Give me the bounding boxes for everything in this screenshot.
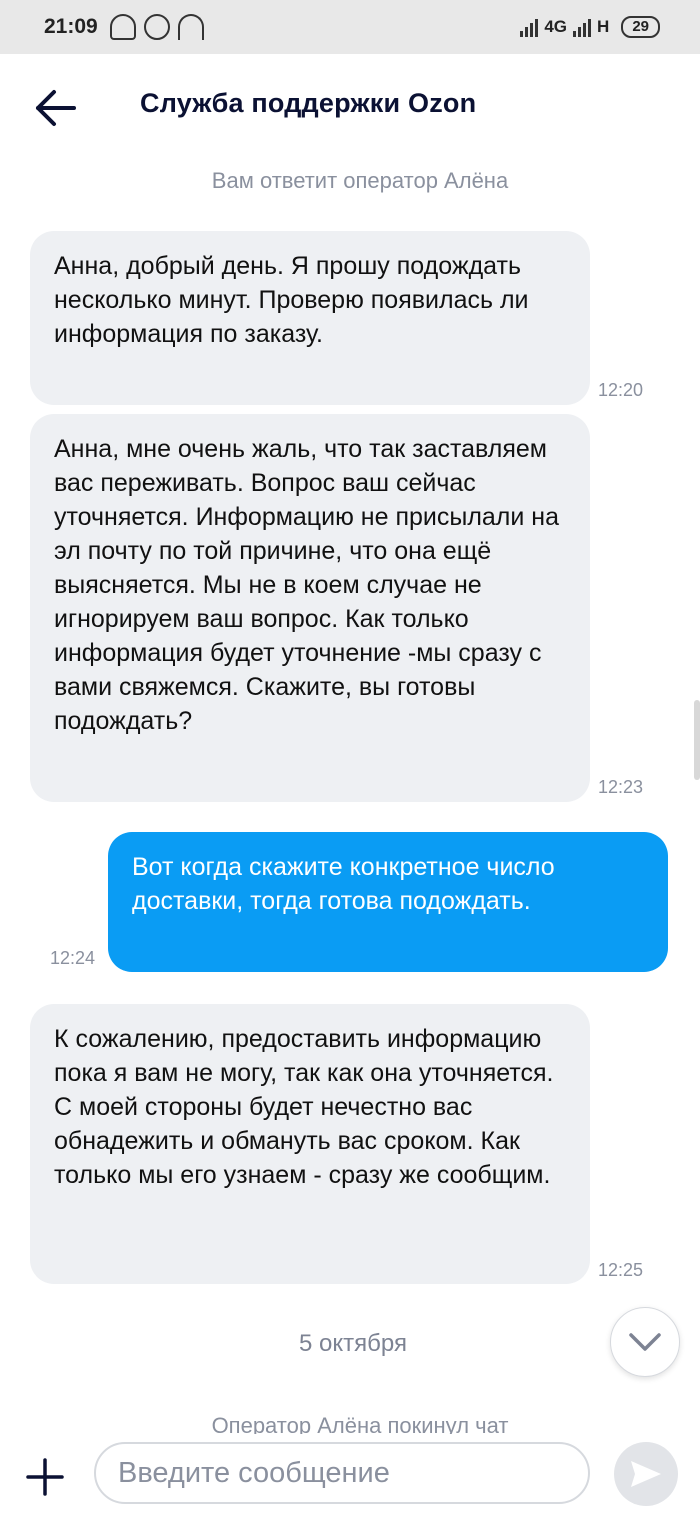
send-button[interactable] xyxy=(614,1442,678,1506)
message-time: 12:20 xyxy=(598,380,644,400)
message-text: Анна, мне очень жаль, что так заставляем… xyxy=(54,435,560,735)
message-bubble-incoming[interactable]: К сожалению, предоставить информацию пок… xyxy=(30,1004,590,1284)
network-type-2: H xyxy=(597,17,610,36)
network-type-1: 4G xyxy=(544,17,568,36)
muted-bell-icon xyxy=(109,14,136,40)
signal-icon-2 xyxy=(573,17,592,37)
page-title: Служба поддержки Ozon xyxy=(140,88,477,118)
scrollbar[interactable] xyxy=(694,700,700,780)
message-bubble-incoming[interactable]: Анна, мне очень жаль, что так заставляем… xyxy=(30,414,590,802)
message-bubble-incoming[interactable]: Анна, добрый день. Я прошу подождать нес… xyxy=(30,231,590,405)
message-bubble-outgoing[interactable]: Вот когда скажите конкретное число доста… xyxy=(108,832,668,972)
plus-icon xyxy=(26,1458,64,1496)
alarm-icon xyxy=(143,14,170,40)
message-time: 12:25 xyxy=(598,1260,644,1280)
chat-header: Служба поддержки Ozon xyxy=(0,54,700,162)
message-time: 12:24 xyxy=(50,948,96,968)
send-icon xyxy=(631,1461,661,1487)
operator-note: Вам ответит оператор Алёна xyxy=(211,168,509,193)
operator-left-text: Оператор Алёна покинул чат xyxy=(211,1413,509,1434)
message-text: К сожалению, предоставить информацию пок… xyxy=(54,1025,554,1189)
message-text: Вот когда скажите конкретное число доста… xyxy=(132,853,555,915)
attach-button[interactable] xyxy=(22,1454,68,1500)
headphones-icon xyxy=(177,14,204,40)
back-button[interactable] xyxy=(30,84,82,132)
scroll-down-button[interactable] xyxy=(610,1307,680,1377)
signal-icon xyxy=(520,17,539,37)
message-input[interactable] xyxy=(94,1442,590,1504)
operator-left-note: Оператор Алёна покинул чат xyxy=(0,1410,700,1434)
chevron-down-icon xyxy=(629,1333,661,1351)
status-time: 21:09 xyxy=(44,15,98,38)
status-bar: 21:09 4G H 29 xyxy=(0,0,700,54)
date-separator: 5 октября xyxy=(299,1330,407,1357)
message-time: 12:23 xyxy=(598,777,644,797)
status-icons xyxy=(109,14,204,40)
status-right: 4G H 29 xyxy=(520,16,660,38)
message-input-bar xyxy=(0,1434,700,1516)
arrow-left-icon xyxy=(36,90,76,126)
message-text: Анна, добрый день. Я прошу подождать нес… xyxy=(54,252,529,348)
battery-indicator: 29 xyxy=(621,16,660,38)
